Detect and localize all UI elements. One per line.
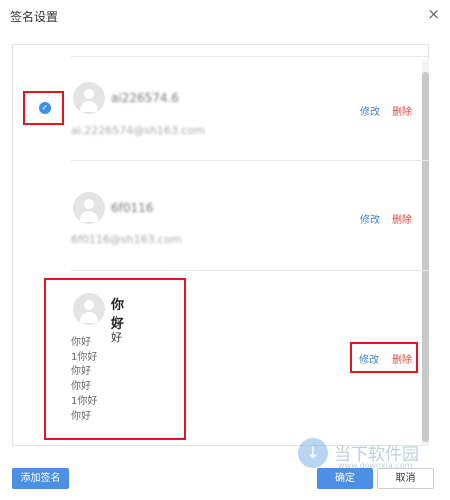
- scrollbar-thumb[interactable]: [422, 72, 429, 442]
- delete-button[interactable]: 删除: [392, 103, 412, 118]
- dialog-title: 签名设置: [10, 10, 59, 24]
- cancel-button[interactable]: 取消: [377, 468, 434, 489]
- edit-button[interactable]: 修改: [360, 103, 380, 118]
- divider: [71, 160, 429, 161]
- highlight-box-actions: [350, 342, 418, 373]
- delete-button[interactable]: 删除: [392, 211, 412, 226]
- watermark-logo-icon: ↓: [298, 438, 328, 468]
- divider: [71, 270, 429, 271]
- highlight-box-checkbox: [23, 91, 64, 125]
- highlight-box-signature: [44, 278, 186, 440]
- edit-button[interactable]: 修改: [360, 211, 380, 226]
- divider: [71, 56, 429, 57]
- signature-name: 6f0116: [111, 201, 154, 215]
- avatar-icon: [73, 82, 105, 114]
- ok-button[interactable]: 确定: [317, 468, 373, 489]
- signature-email: 6f0116@sh163.com: [71, 233, 182, 246]
- avatar-icon: [73, 192, 105, 224]
- signature-email: ai.2226574@sh163.com: [71, 124, 205, 137]
- signature-name: ai226574.6: [111, 91, 179, 105]
- add-signature-button[interactable]: 添加签名: [12, 468, 69, 489]
- close-icon[interactable]: ×: [427, 5, 440, 23]
